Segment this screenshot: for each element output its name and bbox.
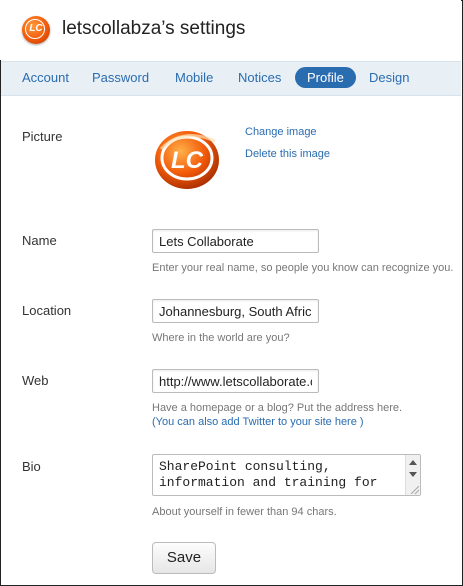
- location-label: Location: [22, 303, 72, 318]
- scroll-down-icon[interactable]: [409, 472, 417, 477]
- web-label: Web: [22, 373, 49, 388]
- tab-mobile[interactable]: Mobile: [175, 70, 213, 85]
- add-twitter-link[interactable]: (You can also add Twitter to your site h…: [152, 416, 364, 428]
- settings-tabs: Account Password Mobile Notices Profile …: [1, 61, 461, 96]
- tab-design[interactable]: Design: [369, 70, 409, 85]
- bio-label: Bio: [22, 459, 41, 474]
- avatar-text: LC: [29, 23, 43, 34]
- location-field[interactable]: [152, 299, 319, 323]
- web-hint: Have a homepage or a blog? Put the addre…: [152, 402, 403, 414]
- avatar: LC: [22, 16, 50, 44]
- web-field[interactable]: [152, 369, 319, 393]
- page-title: letscollabza’s settings: [62, 18, 246, 39]
- save-button[interactable]: Save: [152, 542, 216, 574]
- resize-grip-icon[interactable]: [411, 486, 419, 494]
- tab-profile[interactable]: Profile: [295, 67, 356, 88]
- bio-hint: About yourself in fewer than 94 chars.: [152, 506, 337, 518]
- scroll-up-icon[interactable]: [409, 460, 417, 465]
- change-image-link[interactable]: Change image: [245, 126, 317, 138]
- name-field[interactable]: [152, 229, 319, 253]
- tab-password[interactable]: Password: [92, 70, 149, 85]
- tab-notices[interactable]: Notices: [238, 70, 281, 85]
- location-hint: Where in the world are you?: [152, 332, 290, 344]
- name-label: Name: [22, 233, 57, 248]
- delete-image-link[interactable]: Delete this image: [245, 148, 330, 160]
- profile-picture-text: LC: [171, 147, 204, 174]
- tab-account[interactable]: Account: [22, 70, 69, 85]
- profile-picture: LC: [155, 131, 219, 189]
- bio-textarea[interactable]: SharePoint consulting, information and t…: [152, 454, 421, 496]
- name-hint: Enter your real name, so people you know…: [152, 262, 454, 274]
- bio-text: SharePoint consulting, information and t…: [159, 459, 378, 490]
- picture-label: Picture: [22, 129, 63, 144]
- page-header: LC letscollabza’s settings: [0, 0, 461, 60]
